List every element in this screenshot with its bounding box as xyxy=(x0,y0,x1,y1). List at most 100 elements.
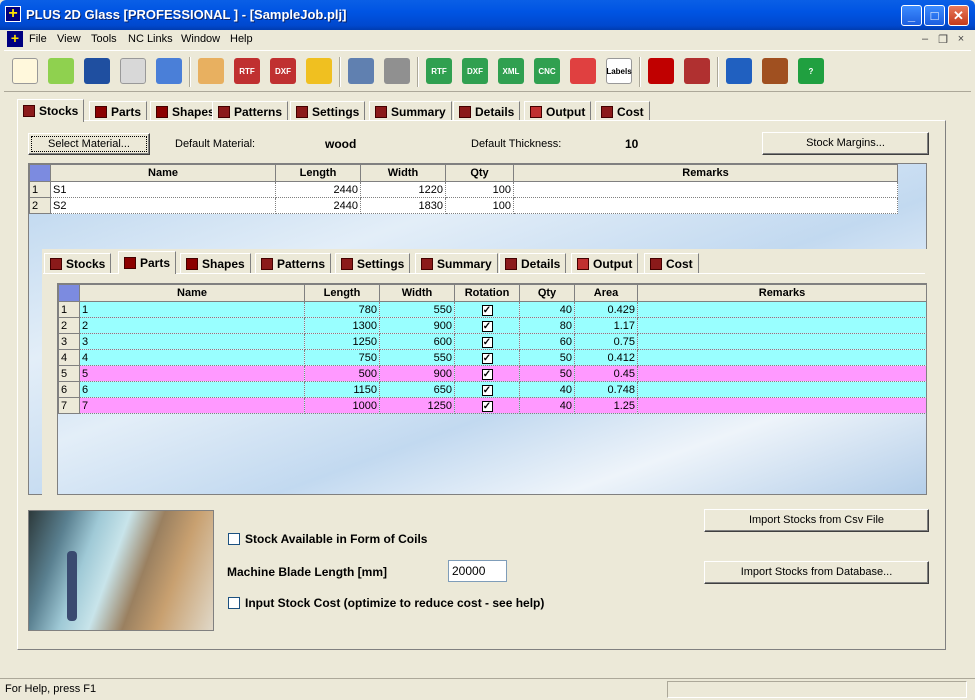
cell-remarks[interactable] xyxy=(637,365,927,382)
stock-row[interactable]: 2 S2 2440 1830 100 xyxy=(29,197,898,214)
tab-shapes[interactable]: Shapes xyxy=(150,101,221,121)
cell-width[interactable]: 1830 xyxy=(360,197,446,214)
save-job-button[interactable] xyxy=(80,54,114,88)
cell-name[interactable]: 4 xyxy=(79,349,305,366)
tab-settings[interactable]: Settings xyxy=(290,101,366,121)
parts-tab-parts[interactable]: Parts xyxy=(118,251,177,274)
part-row[interactable]: 7 7 1000 1250 ✓ 40 1.25 xyxy=(58,397,927,414)
app-icon[interactable]: + xyxy=(5,6,21,22)
open-job-button[interactable] xyxy=(44,54,78,88)
stock-margins-button[interactable]: Stock Margins... xyxy=(762,132,929,155)
rotation-checkbox[interactable]: ✓ xyxy=(481,384,493,396)
parts-tab-summary[interactable]: Summary xyxy=(415,253,498,273)
grid-corner[interactable] xyxy=(29,164,51,182)
rotation-checkbox[interactable]: ✓ xyxy=(481,304,493,316)
col-header-area[interactable]: Area xyxy=(574,284,638,302)
dxf-button[interactable]: DXF xyxy=(266,54,300,88)
rtf-export-button[interactable]: RTF xyxy=(422,54,456,88)
parts-tab-output[interactable]: Output xyxy=(571,253,639,273)
cell-width[interactable]: 550 xyxy=(379,349,455,366)
menu-view[interactable]: View xyxy=(57,33,81,45)
cnc-export-button[interactable]: CNC xyxy=(530,54,564,88)
col-header-length[interactable]: Length xyxy=(304,284,380,302)
cell-length[interactable]: 750 xyxy=(304,349,380,366)
part-row[interactable]: 5 5 500 900 ✓ 50 0.45 xyxy=(58,365,927,382)
mdi-restore-button[interactable]: ❐ xyxy=(936,33,950,46)
cell-area[interactable]: 0.429 xyxy=(574,301,638,318)
coils-checkbox[interactable] xyxy=(228,533,240,545)
import-database-button[interactable]: Import Stocks from Database... xyxy=(704,561,929,584)
xml-export-button[interactable]: XML xyxy=(494,54,528,88)
info-button[interactable] xyxy=(722,54,756,88)
title-bar[interactable]: + PLUS 2D Glass [PROFESSIONAL ] - [Sampl… xyxy=(0,0,975,30)
cell-width[interactable]: 900 xyxy=(379,365,455,382)
cell-length[interactable]: 500 xyxy=(304,365,380,382)
minimize-button[interactable]: _ xyxy=(901,5,922,26)
cell-remarks[interactable] xyxy=(637,381,927,398)
col-header-width[interactable]: Width xyxy=(360,164,446,182)
cell-qty[interactable]: 40 xyxy=(519,397,575,414)
cell-length[interactable]: 1150 xyxy=(304,381,380,398)
cell-area[interactable]: 0.748 xyxy=(574,381,638,398)
cell-qty[interactable]: 40 xyxy=(519,301,575,318)
col-header-remarks[interactable]: Remarks xyxy=(637,284,927,302)
parts-tab-settings[interactable]: Settings xyxy=(335,253,411,273)
cell-name[interactable]: 2 xyxy=(79,317,305,334)
parts-tab-patterns[interactable]: Patterns xyxy=(255,253,332,273)
grid-corner[interactable] xyxy=(58,284,80,302)
close-button[interactable]: ✕ xyxy=(948,5,969,26)
star-button[interactable] xyxy=(302,54,336,88)
col-header-name[interactable]: Name xyxy=(79,284,305,302)
cell-width[interactable]: 550 xyxy=(379,301,455,318)
stock-rolls-button[interactable] xyxy=(680,54,714,88)
cell-name[interactable]: 1 xyxy=(79,301,305,318)
parts-tab-cost[interactable]: Cost xyxy=(644,253,699,273)
layout-button[interactable] xyxy=(644,54,678,88)
cell-qty[interactable]: 40 xyxy=(519,381,575,398)
palette-button[interactable] xyxy=(194,54,228,88)
rotation-checkbox[interactable]: ✓ xyxy=(481,352,493,364)
cell-name[interactable]: 3 xyxy=(79,333,305,350)
menu-file[interactable]: File xyxy=(29,33,47,45)
cell-area[interactable]: 1.17 xyxy=(574,317,638,334)
rotation-checkbox[interactable]: ✓ xyxy=(481,368,493,380)
stock-row[interactable]: 1 S1 2440 1220 100 xyxy=(29,181,898,198)
import-csv-button[interactable]: Import Stocks from Csv File xyxy=(704,509,929,532)
cell-remarks[interactable] xyxy=(637,397,927,414)
cell-width[interactable]: 600 xyxy=(379,333,455,350)
parts-tab-shapes[interactable]: Shapes xyxy=(180,253,251,273)
menu-window[interactable]: Window xyxy=(181,33,220,45)
cell-name[interactable]: 7 xyxy=(79,397,305,414)
cell-area[interactable]: 1.25 xyxy=(574,397,638,414)
rotation-checkbox[interactable]: ✓ xyxy=(481,336,493,348)
mdi-minimize-button[interactable]: – xyxy=(918,33,932,45)
tab-summary[interactable]: Summary xyxy=(369,101,452,121)
mdi-close-button[interactable]: × xyxy=(954,33,968,45)
menu-tools[interactable]: Tools xyxy=(91,33,117,45)
menu-help[interactable]: Help xyxy=(230,33,253,45)
cell-remarks[interactable] xyxy=(637,301,927,318)
col-header-name[interactable]: Name xyxy=(50,164,276,182)
refresh-button[interactable] xyxy=(380,54,414,88)
cell-length[interactable]: 2440 xyxy=(275,197,361,214)
stock-cost-checkbox[interactable] xyxy=(228,597,240,609)
cell-width[interactable]: 650 xyxy=(379,381,455,398)
cell-name[interactable]: 5 xyxy=(79,365,305,382)
part-row[interactable]: 6 6 1150 650 ✓ 40 0.748 xyxy=(58,381,927,398)
cell-name[interactable]: 6 xyxy=(79,381,305,398)
col-header-qty[interactable]: Qty xyxy=(445,164,514,182)
dxf-export-button[interactable]: DXF xyxy=(458,54,492,88)
cell-length[interactable]: 1300 xyxy=(304,317,380,334)
labels-button[interactable]: Labels xyxy=(602,54,636,88)
cell-remarks[interactable] xyxy=(637,349,927,366)
cell-remarks[interactable] xyxy=(513,181,898,198)
cell-area[interactable]: 0.45 xyxy=(574,365,638,382)
cell-remarks[interactable] xyxy=(637,317,927,334)
cell-area[interactable]: 0.75 xyxy=(574,333,638,350)
rotation-checkbox[interactable]: ✓ xyxy=(481,320,493,332)
tab-stocks[interactable]: Stocks xyxy=(17,99,85,122)
chart-button[interactable] xyxy=(566,54,600,88)
help-button[interactable]: ? xyxy=(794,54,828,88)
document-icon[interactable]: + xyxy=(7,31,23,47)
rtf-button[interactable]: RTF xyxy=(230,54,264,88)
